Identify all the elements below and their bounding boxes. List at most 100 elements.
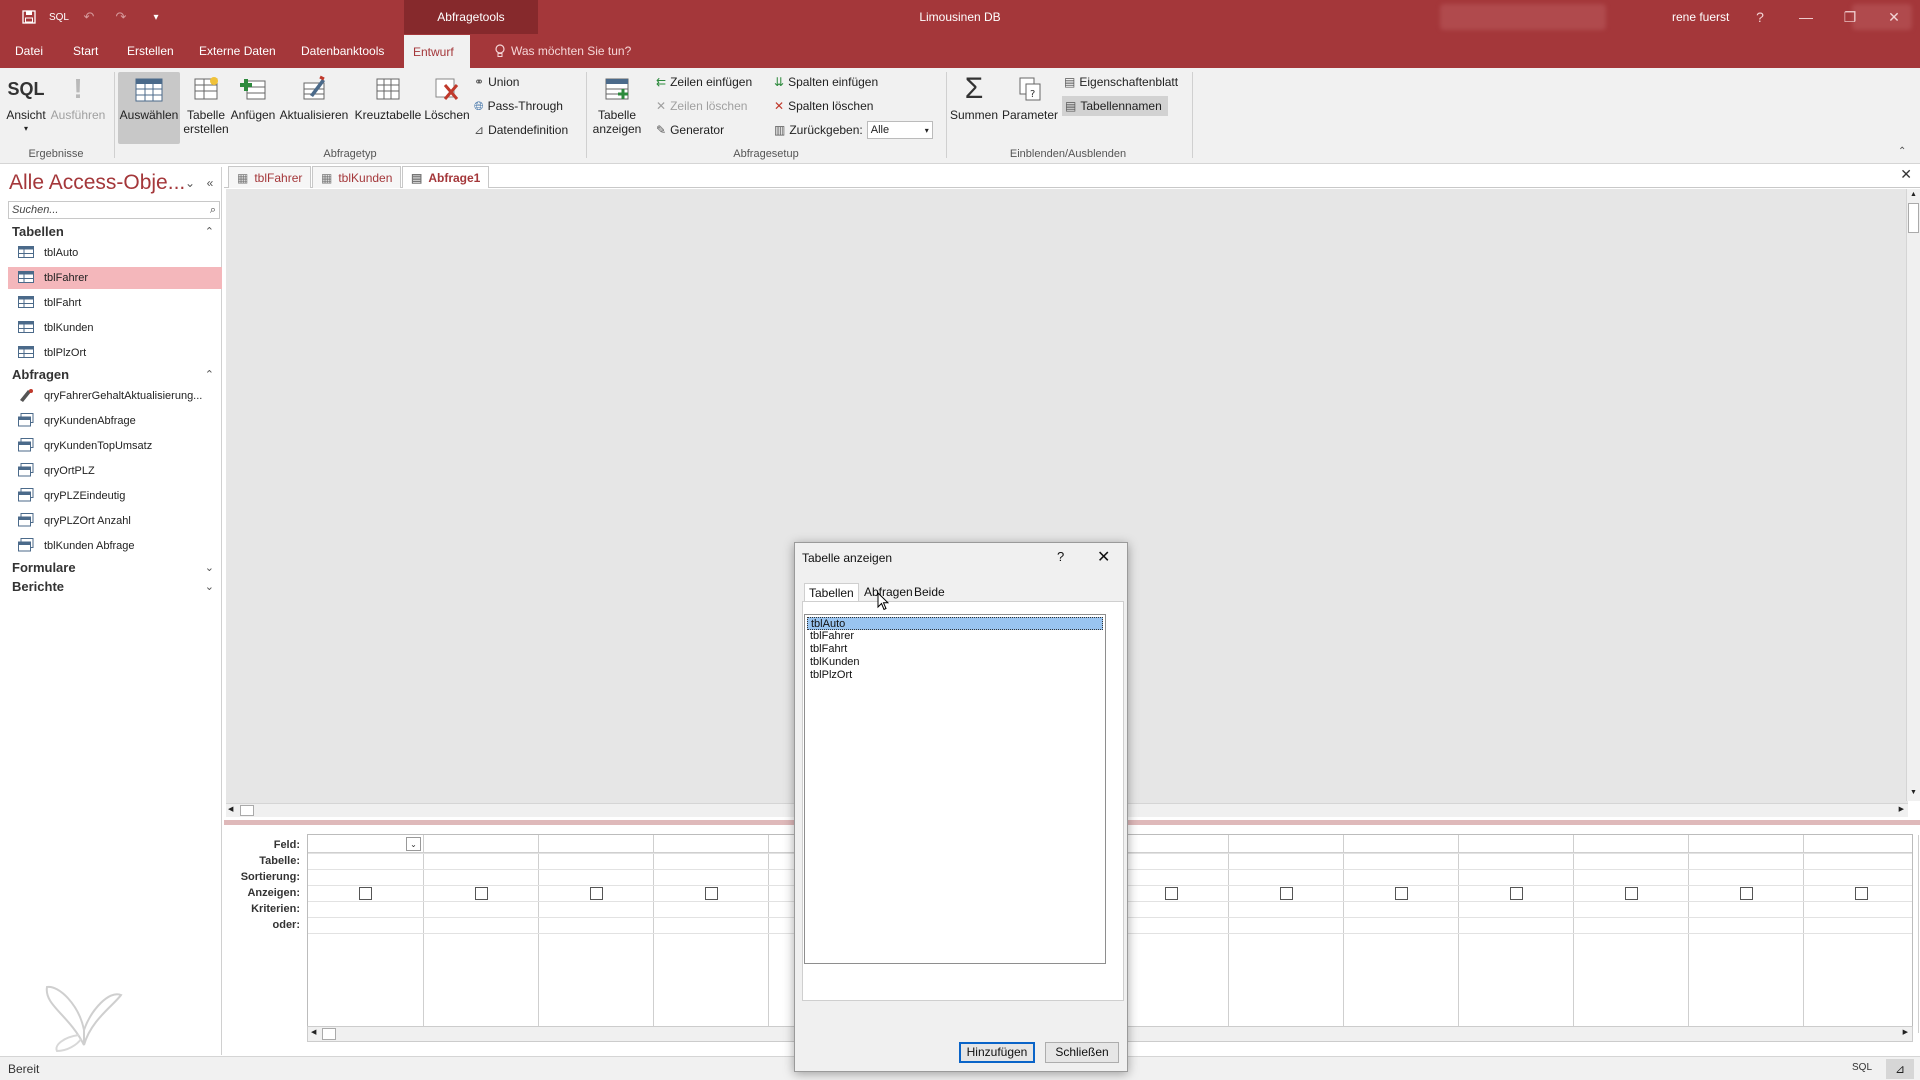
design-view-icon[interactable]: ⊿ — [1886, 1059, 1914, 1079]
totals-button[interactable]: Σ Summen — [948, 72, 1000, 123]
shutter-bar-close-icon[interactable]: « — [202, 175, 218, 191]
query-grid-column[interactable] — [1344, 835, 1459, 1033]
show-checkbox[interactable] — [1164, 887, 1178, 900]
doctab-tblfahrer[interactable]: ▦ tblFahrer — [228, 166, 312, 188]
help-icon[interactable]: ? — [1057, 549, 1064, 564]
tab-datenbanktools[interactable]: Datenbanktools — [292, 34, 393, 68]
design-vertical-scrollbar[interactable]: ▲ ▼ — [1906, 189, 1920, 801]
save-icon[interactable] — [18, 0, 40, 34]
query-grid-column[interactable] — [424, 835, 539, 1033]
nav-section-forms[interactable]: Formulare ⌄ — [12, 557, 218, 577]
show-checkbox[interactable] — [589, 887, 603, 900]
query-grid-column[interactable] — [1689, 835, 1804, 1033]
close-button[interactable]: Schließen — [1045, 1042, 1119, 1063]
builder-button[interactable]: ✎ Generator — [656, 120, 724, 140]
query-grid-column[interactable] — [539, 835, 654, 1033]
close-window-icon[interactable]: ✕ — [1872, 0, 1916, 34]
list-item-tblfahrt[interactable]: tblFahrt — [807, 643, 1103, 656]
union-button[interactable]: ⚭ Union — [474, 72, 519, 92]
undo-icon[interactable]: ↶ — [76, 0, 102, 34]
parameters-button[interactable]: ? Parameter — [1002, 72, 1058, 122]
tab-datei[interactable]: Datei — [6, 34, 52, 68]
insert-columns-button[interactable]: ⇊ Spalten einfügen — [774, 72, 878, 92]
view-button[interactable]: SQL Ansicht ▾ — [4, 72, 48, 136]
update-button[interactable]: Aktualisieren — [278, 72, 350, 122]
run-button[interactable]: ! Ausführen — [48, 72, 108, 123]
insert-rows-button[interactable]: ⇇ Zeilen einfügen — [656, 72, 752, 92]
dialog-tab-beide[interactable]: Beide — [910, 583, 949, 601]
list-item-tblauto[interactable]: tblAuto — [807, 617, 1103, 630]
show-checkbox[interactable] — [1854, 887, 1868, 900]
nav-item-tblplzort[interactable]: tblPlzOrt — [8, 342, 222, 364]
nav-item-tblfahrt[interactable]: tblFahrt — [8, 292, 222, 314]
show-checkbox[interactable] — [1279, 887, 1293, 900]
delete-rows-button[interactable]: ✕ Zeilen löschen — [656, 96, 747, 116]
nav-item-query[interactable]: tblKunden Abfrage — [8, 535, 222, 557]
dialog-tab-tabellen[interactable]: Tabellen — [804, 583, 859, 601]
append-button[interactable]: Anfügen — [230, 72, 276, 122]
show-checkbox[interactable] — [1624, 887, 1638, 900]
list-item-tblplzort[interactable]: tblPlzOrt — [807, 669, 1103, 682]
delete-columns-button[interactable]: ✕ Spalten löschen — [774, 96, 873, 116]
nav-item-tblkunden[interactable]: tblKunden — [8, 317, 222, 339]
list-item-tblkunden[interactable]: tblKunden — [807, 656, 1103, 669]
passthrough-button[interactable]: 🌐︎ Pass-Through — [474, 96, 563, 116]
maximize-icon[interactable]: ❐ — [1828, 0, 1872, 34]
nav-menu-icon[interactable]: ⌄ — [182, 175, 198, 191]
scroll-thumb[interactable] — [240, 805, 254, 816]
tab-start[interactable]: Start — [64, 34, 107, 68]
scroll-right-icon[interactable]: ▶ — [1903, 1028, 1908, 1036]
status-sql-view[interactable]: SQL — [1852, 1062, 1872, 1073]
collapse-ribbon-icon[interactable]: ⌃ — [1898, 146, 1906, 157]
tab-entwurf[interactable]: Entwurf — [404, 34, 470, 68]
nav-item-query[interactable]: qryKundenAbfrage — [8, 410, 222, 432]
field-dropdown-icon[interactable]: ⌄ — [406, 837, 421, 851]
nav-item-query[interactable]: qryOrtPLZ — [8, 460, 222, 482]
tab-externe-daten[interactable]: Externe Daten — [190, 34, 285, 68]
datadef-button[interactable]: ⊿ Datendefinition — [474, 120, 568, 140]
doctab-tblkunden[interactable]: ▦ tblKunden — [312, 166, 402, 188]
redo-icon[interactable]: ↷ — [108, 0, 134, 34]
nav-search-input[interactable]: Suchen... ⌕ — [8, 201, 220, 219]
query-grid-column[interactable] — [1459, 835, 1574, 1033]
property-sheet-button[interactable]: ▤ Eigenschaftenblatt — [1064, 72, 1178, 92]
qat-sql-view[interactable]: SQL — [46, 0, 72, 34]
make-table-button[interactable]: Tabelle erstellen — [182, 72, 230, 136]
nav-item-query[interactable]: qryKundenTopUmsatz — [8, 435, 222, 457]
doctab-abfrage1[interactable]: ▤ Abfrage1 — [402, 166, 490, 188]
list-item-tblfahrer[interactable]: tblFahrer — [807, 630, 1103, 643]
nav-item-query-update[interactable]: qryFahrerGehaltAktualisierung... — [8, 385, 222, 407]
scroll-up-icon[interactable]: ▲ — [1908, 191, 1919, 201]
delete-query-button[interactable]: Löschen — [424, 72, 470, 122]
nav-title[interactable]: Alle Access-Obje... — [9, 171, 185, 195]
tab-erstellen[interactable]: Erstellen — [118, 34, 183, 68]
nav-item-tblauto[interactable]: tblAuto — [8, 242, 222, 264]
nav-section-reports[interactable]: Berichte ⌄ — [12, 576, 218, 596]
show-checkbox[interactable] — [704, 887, 718, 900]
tell-me-search[interactable]: Was möchten Sie tun? — [494, 34, 631, 68]
query-grid-column[interactable] — [1574, 835, 1689, 1033]
crosstab-button[interactable]: Kreuztabelle — [352, 72, 424, 122]
minimize-icon[interactable]: — — [1784, 0, 1828, 34]
nav-section-queries[interactable]: Abfragen ⌃ — [12, 364, 218, 384]
nav-section-tables[interactable]: Tabellen ⌃ — [12, 221, 218, 241]
show-checkbox[interactable] — [359, 887, 372, 900]
query-grid-column[interactable] — [1804, 835, 1919, 1033]
add-button[interactable]: Hinzufügen — [959, 1042, 1035, 1063]
return-combo[interactable]: Alle ▾ — [866, 121, 933, 139]
show-checkbox[interactable] — [1509, 887, 1523, 900]
scroll-right-icon[interactable]: ▶ — [1899, 805, 1904, 813]
close-document-icon[interactable]: ✕ — [1900, 166, 1912, 183]
user-name[interactable]: rene fuerst — [1672, 0, 1729, 34]
scroll-down-icon[interactable]: ▼ — [1908, 789, 1919, 799]
scroll-left-icon[interactable]: ◀ — [228, 805, 233, 813]
nav-item-query[interactable]: qryPLZEindeutig — [8, 485, 222, 507]
help-icon[interactable]: ? — [1738, 0, 1782, 34]
show-checkbox[interactable] — [1394, 887, 1408, 900]
query-grid-column[interactable] — [1229, 835, 1344, 1033]
table-list[interactable]: tblAuto tblFahrer tblFahrt tblKunden tbl… — [804, 614, 1106, 964]
scroll-thumb[interactable] — [322, 1028, 336, 1040]
select-query-button[interactable]: Auswählen — [118, 72, 180, 144]
show-checkbox[interactable] — [1739, 887, 1753, 900]
table-names-button[interactable]: ▤ Tabellennamen — [1062, 96, 1168, 116]
